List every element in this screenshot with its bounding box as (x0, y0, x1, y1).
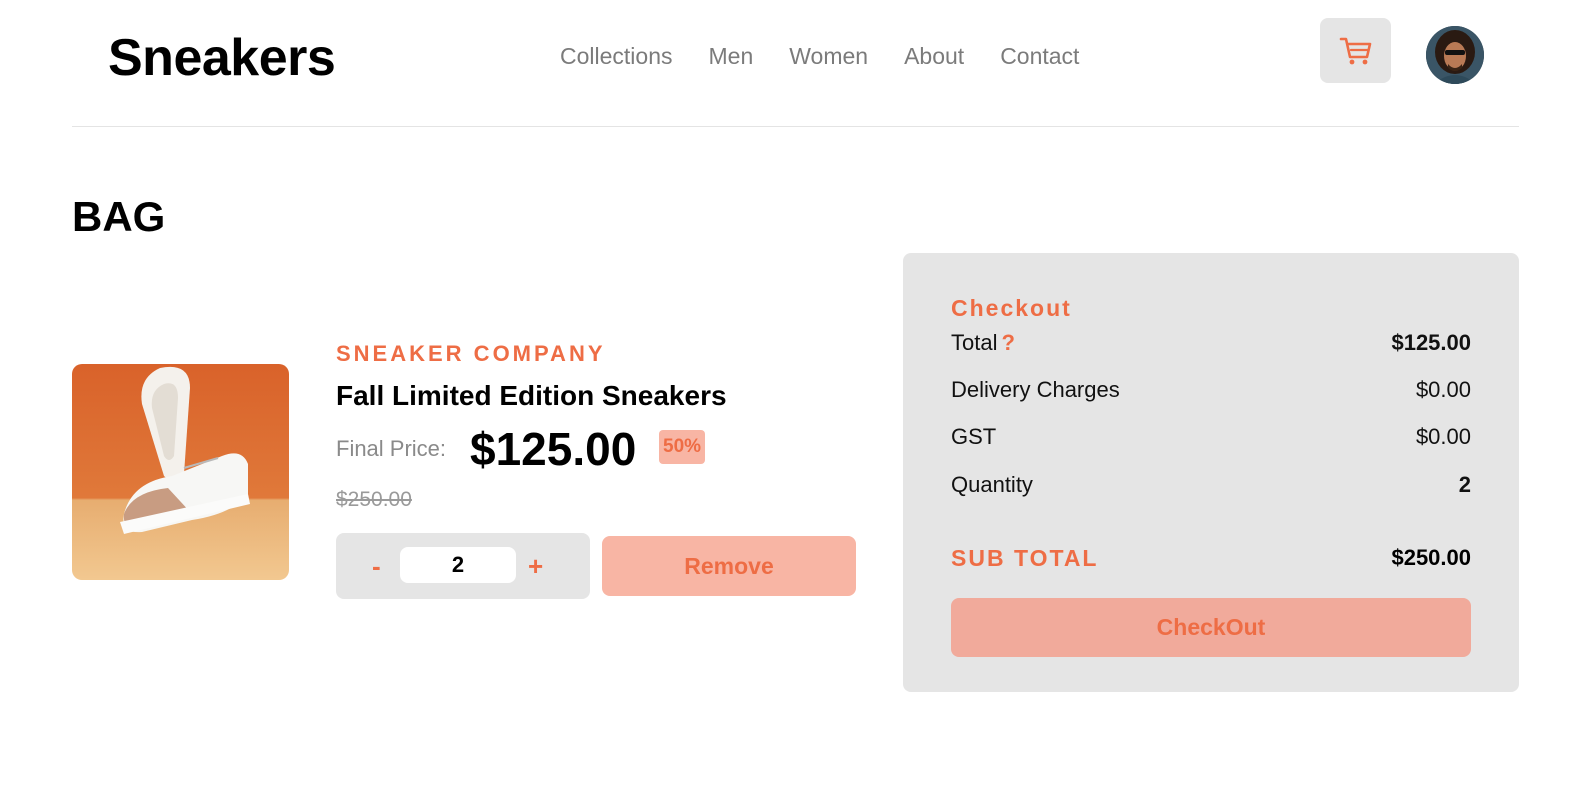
user-avatar[interactable] (1426, 26, 1484, 84)
main-nav: Collections Men Women About Contact (560, 40, 1079, 72)
checkout-panel: Checkout Total? $125.00 Delivery Charges… (903, 253, 1519, 692)
discount-badge: 50% (659, 430, 706, 464)
decrease-quantity-button[interactable]: - (372, 551, 381, 581)
total-label-group: Total? (951, 330, 1015, 356)
final-price: $125.00 (470, 423, 637, 475)
avatar-image (1426, 26, 1484, 84)
nav-contact[interactable]: Contact (1000, 40, 1079, 72)
product-name: Fall Limited Edition Sneakers (336, 380, 727, 411)
gst-label: GST (951, 424, 997, 449)
delivery-label: Delivery Charges (951, 377, 1120, 402)
total-row: Total? $125.00 (951, 327, 1471, 359)
product-brand: SNEAKER COMPANY (336, 341, 606, 366)
final-price-label: Final Price: (336, 436, 447, 461)
cart-icon (1339, 37, 1371, 64)
quantity-stepper: - + (336, 533, 590, 599)
quantity-input[interactable] (400, 547, 516, 583)
quantity-value: 2 (1458, 472, 1471, 497)
nav-collections[interactable]: Collections (560, 40, 673, 72)
nav-about[interactable]: About (904, 40, 964, 72)
original-price: $250.00 (336, 488, 412, 511)
quantity-label: Quantity (951, 472, 1033, 497)
total-label: Total (951, 330, 998, 355)
subtotal-row: SUB TOTAL $250.00 (951, 541, 1471, 575)
nav-men[interactable]: Men (709, 40, 754, 72)
subtotal-value: $250.00 (1391, 545, 1471, 570)
site-header: Sneakers Collections Men Women About Con… (72, 0, 1519, 127)
delivery-row: Delivery Charges $0.00 (951, 374, 1471, 406)
increase-quantity-button[interactable]: + (528, 551, 543, 581)
cart-button[interactable] (1320, 18, 1391, 83)
remove-button[interactable]: Remove (602, 536, 856, 596)
product-image (72, 364, 289, 580)
quantity-row: Quantity 2 (951, 469, 1471, 501)
nav-women[interactable]: Women (789, 40, 868, 72)
help-icon[interactable]: ? (1001, 330, 1014, 355)
page-title: BAG (72, 193, 166, 240)
checkout-title: Checkout (951, 295, 1072, 321)
checkout-button[interactable]: CheckOut (951, 598, 1471, 657)
site-logo[interactable]: Sneakers (108, 28, 336, 88)
total-value: $125.00 (1391, 330, 1471, 355)
delivery-value: $0.00 (1415, 377, 1471, 402)
subtotal-label: SUB TOTAL (951, 544, 1099, 571)
gst-value: $0.00 (1415, 424, 1471, 449)
gst-row: GST $0.00 (951, 421, 1471, 453)
